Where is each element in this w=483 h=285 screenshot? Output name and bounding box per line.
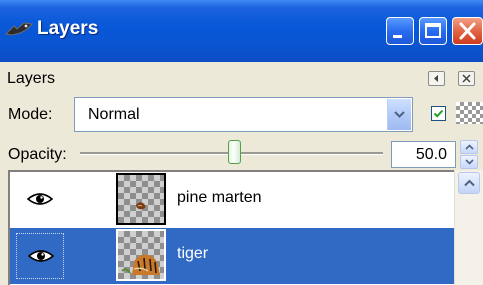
dock-menu-button[interactable] bbox=[428, 71, 445, 86]
layer-row-selected[interactable]: tiger bbox=[10, 228, 454, 284]
dock-title: Layers bbox=[7, 70, 56, 87]
opacity-spin-buttons bbox=[460, 140, 478, 169]
chevron-down-icon bbox=[394, 111, 405, 118]
mode-value: Normal bbox=[88, 106, 140, 123]
layers-scrollbar[interactable] bbox=[454, 170, 483, 285]
scroll-up-button[interactable] bbox=[458, 172, 480, 194]
close-button[interactable] bbox=[452, 17, 483, 45]
opacity-slider-thumb[interactable] bbox=[228, 140, 241, 164]
mode-dropdown-button[interactable] bbox=[387, 99, 411, 130]
mode-label: Mode: bbox=[8, 106, 53, 123]
window-title: Layers bbox=[37, 18, 99, 39]
layer-row[interactable]: pine marten bbox=[10, 172, 454, 228]
minimize-button[interactable] bbox=[386, 17, 414, 45]
opacity-increment-button[interactable] bbox=[460, 140, 478, 154]
pine-marten-thumbnail-icon bbox=[136, 202, 146, 210]
minimize-icon bbox=[393, 35, 402, 38]
opacity-value: 50.0 bbox=[415, 146, 447, 163]
visibility-toggle[interactable] bbox=[16, 177, 64, 223]
opacity-label: Opacity: bbox=[8, 146, 67, 163]
dock-close-button[interactable] bbox=[458, 71, 475, 86]
tiger-thumbnail-icon bbox=[121, 254, 160, 275]
eye-icon bbox=[27, 193, 53, 205]
lock-alpha-checkbox[interactable] bbox=[431, 106, 446, 121]
chevron-down-icon bbox=[465, 159, 474, 165]
chevron-up-icon bbox=[465, 144, 474, 150]
maximize-icon bbox=[425, 23, 441, 38]
close-icon bbox=[459, 22, 476, 40]
layer-thumbnail[interactable] bbox=[116, 229, 166, 281]
dock-close-icon bbox=[462, 74, 471, 83]
layers-list: pine marten tiger bbox=[8, 170, 454, 285]
layer-name[interactable]: pine marten bbox=[177, 189, 262, 207]
alpha-channel-icon bbox=[456, 102, 483, 124]
checkmark-icon bbox=[433, 109, 444, 118]
layer-thumbnail[interactable] bbox=[116, 173, 166, 225]
opacity-input[interactable]: 50.0 bbox=[391, 141, 456, 168]
dock-menu-icon bbox=[434, 75, 438, 82]
visibility-toggle[interactable] bbox=[16, 233, 64, 279]
chevron-up-icon bbox=[464, 179, 475, 187]
eye-icon bbox=[28, 250, 54, 262]
maximize-button[interactable] bbox=[419, 17, 447, 45]
opacity-decrement-button[interactable] bbox=[460, 155, 478, 169]
mode-select[interactable]: Normal bbox=[74, 97, 413, 132]
layers-window: Layers Layers Mode: Normal Opacity: 50.0… bbox=[0, 0, 483, 285]
layer-name[interactable]: tiger bbox=[177, 245, 208, 263]
title-bar[interactable]: Layers bbox=[0, 0, 483, 62]
gimp-wilber-icon bbox=[4, 20, 34, 40]
